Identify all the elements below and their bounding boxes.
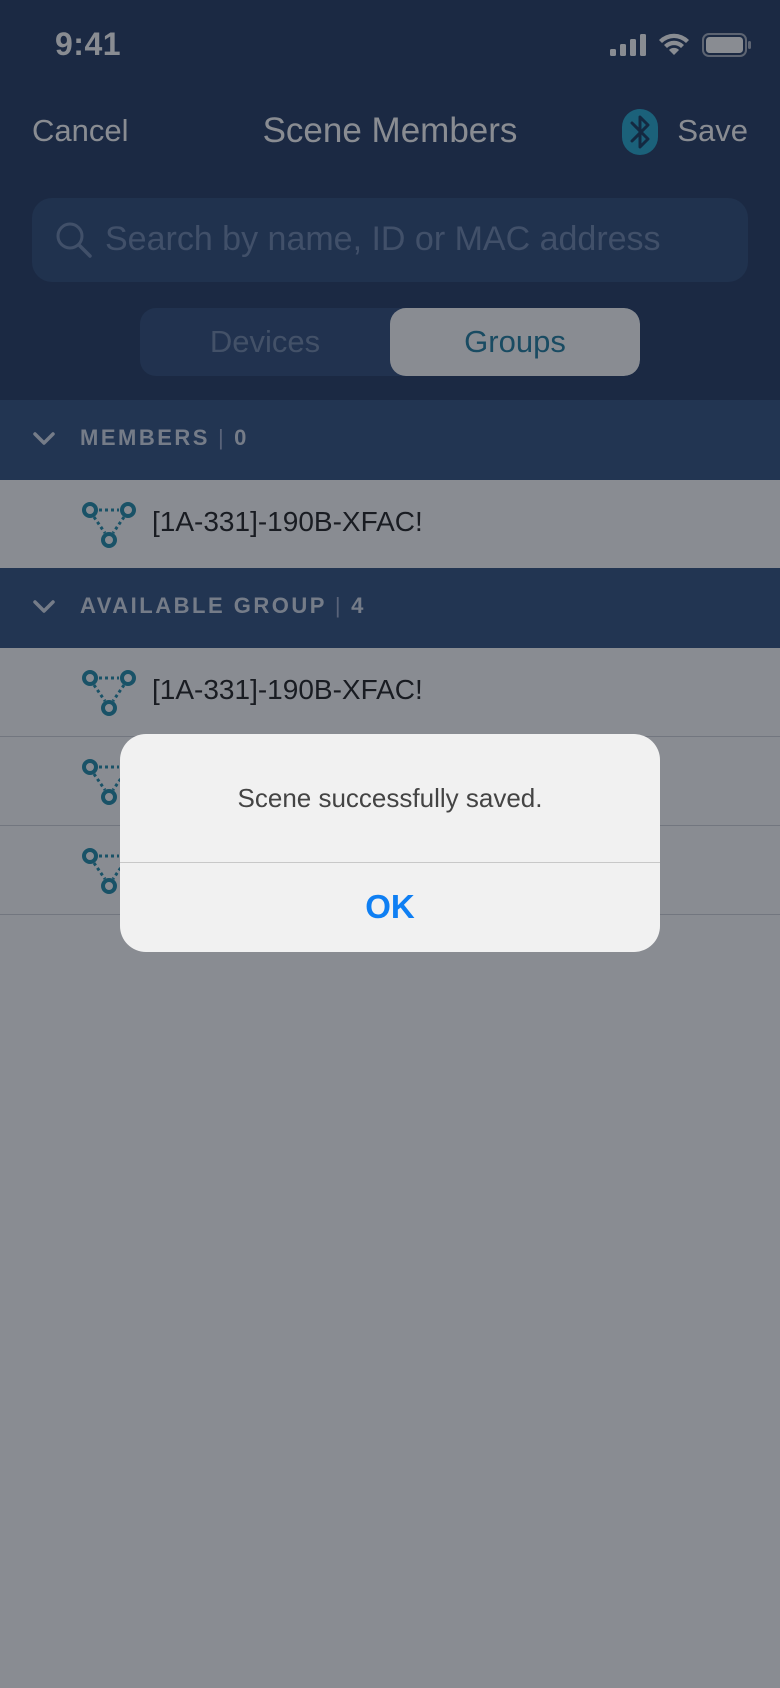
- ok-button[interactable]: OK: [120, 863, 660, 952]
- alert-dialog: Scene successfully saved. OK: [120, 734, 660, 952]
- alert-message: Scene successfully saved.: [237, 783, 543, 813]
